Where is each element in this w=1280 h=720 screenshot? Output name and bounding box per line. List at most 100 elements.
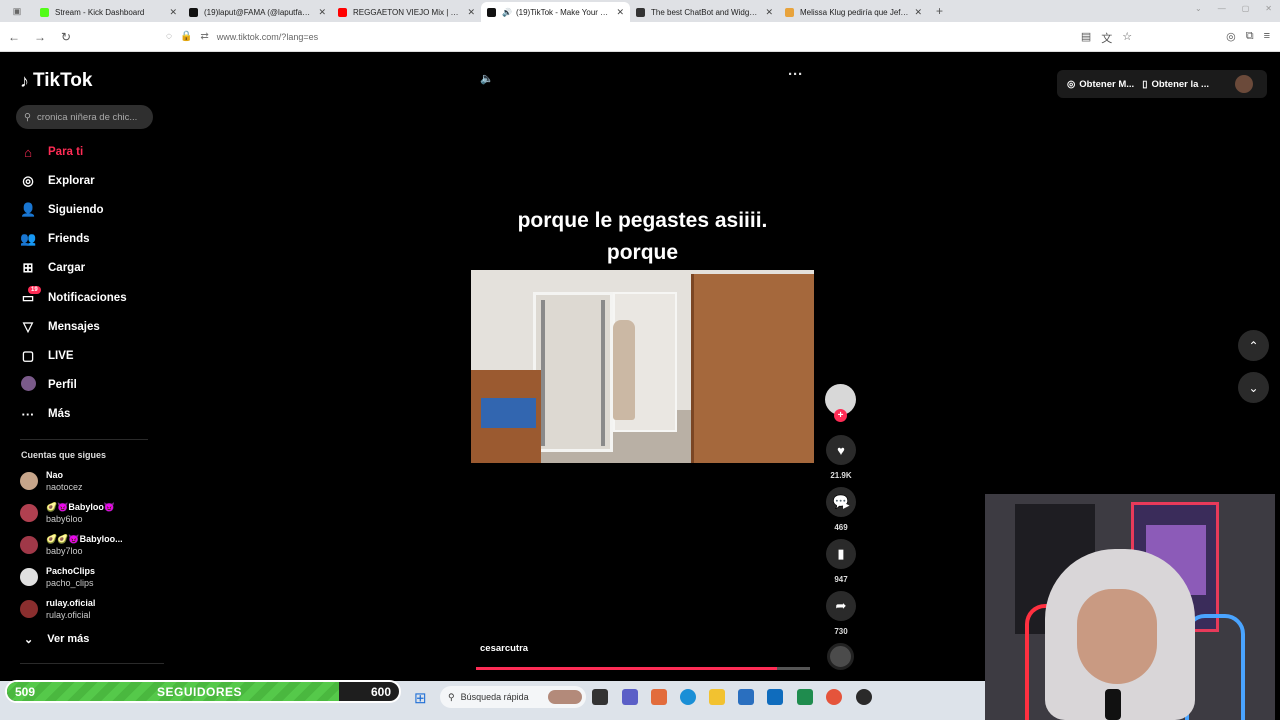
- close-icon[interactable]: ✕: [616, 7, 624, 18]
- lock-icon: 🔒: [179, 31, 193, 42]
- nav-live[interactable]: ▢ LIVE: [20, 346, 74, 366]
- nav-mensajes[interactable]: ▽ Mensajes: [20, 317, 100, 337]
- forward-icon[interactable]: →: [28, 30, 52, 44]
- maximize-icon[interactable]: ▢: [1242, 4, 1250, 13]
- music-disc[interactable]: [827, 643, 854, 670]
- nav-para-ti[interactable]: ⌂ Para ti: [20, 142, 83, 162]
- tab-favicon: [189, 7, 198, 17]
- tab-favicon: [636, 7, 645, 17]
- video-progress-fill: [476, 667, 777, 670]
- browser-tab[interactable]: REGGAETON VIEJO Mix | Old Sc ✕: [332, 2, 481, 22]
- file-explorer-icon[interactable]: [709, 689, 725, 705]
- close-window-icon[interactable]: ✕: [1265, 4, 1272, 13]
- tab-list-icon[interactable]: ▣: [0, 6, 34, 17]
- nav-siguiendo[interactable]: 👤 Siguiendo: [20, 200, 104, 220]
- volume-icon[interactable]: 🔈: [480, 72, 494, 85]
- nav-mas[interactable]: ··· Más: [20, 404, 71, 424]
- save-count: 947: [834, 575, 848, 584]
- browser-tab[interactable]: (19)laput@FAMA (@laputfama_ ✕: [183, 2, 332, 22]
- bookmark-icon: ▮: [826, 539, 856, 569]
- obs-icon[interactable]: [856, 689, 872, 705]
- video-progress-bar[interactable]: [476, 667, 810, 670]
- new-tab-button[interactable]: +: [936, 4, 943, 18]
- taskbar-search[interactable]: ⚲ Búsqueda rápida: [440, 686, 586, 708]
- account-icon[interactable]: ◎: [1226, 30, 1236, 46]
- follow-plus-icon[interactable]: +: [834, 409, 847, 422]
- account-handle: naotocez: [46, 482, 83, 492]
- sidebar-divider: [20, 663, 164, 664]
- compass-icon: ◎: [22, 173, 34, 188]
- more-options-icon[interactable]: ···: [788, 66, 803, 83]
- copilot-icon[interactable]: [651, 689, 667, 705]
- chevron-down-icon: ⌄: [1248, 380, 1259, 395]
- extensions-icon[interactable]: ⧉: [1246, 30, 1254, 46]
- excel-icon[interactable]: [797, 689, 813, 705]
- store-icon[interactable]: [738, 689, 754, 705]
- mouse-cursor-icon: ▸: [843, 497, 850, 512]
- following-account[interactable]: PachoClips pacho_clips: [20, 564, 95, 590]
- browser-tab[interactable]: Melissa Klug pediría que Jeffers ✕: [779, 2, 928, 22]
- get-app-button[interactable]: ▯ Obtener la ...: [1142, 79, 1209, 90]
- windows-start-icon[interactable]: ⊞: [414, 689, 427, 707]
- share-button[interactable]: ➦ 730: [825, 591, 857, 636]
- browser-tab[interactable]: The best ChatBot and Widgets f ✕: [630, 2, 779, 22]
- following-account[interactable]: Nao naotocez: [20, 468, 83, 494]
- video-player[interactable]: [471, 270, 814, 463]
- previous-video-button[interactable]: ⌃: [1238, 330, 1269, 361]
- nav-cargar[interactable]: ⊞ Cargar: [20, 258, 86, 278]
- browser-tab-active[interactable]: 🔊 (19)TikTok - Make Your Day ✕: [481, 2, 630, 22]
- nav-notificaciones[interactable]: ▭ 19 Notificaciones: [20, 286, 127, 308]
- close-icon[interactable]: ✕: [765, 7, 773, 18]
- reload-icon[interactable]: ↻: [54, 30, 78, 44]
- following-icon: 👤: [20, 202, 37, 217]
- search-placeholder: cronica niñera de chic...: [36, 111, 138, 123]
- url-field[interactable]: ◌ 🔒 ⇄ www.tiktok.com/?lang=es: [158, 25, 1008, 48]
- bookmark-star-icon[interactable]: ☆: [1122, 30, 1132, 46]
- get-coins-button[interactable]: ◎ Obtener M...: [1067, 79, 1134, 90]
- edge-icon[interactable]: [680, 689, 696, 705]
- close-icon[interactable]: ✕: [914, 7, 922, 18]
- more-icon: ···: [21, 406, 35, 422]
- account-handle: rulay.oficial: [46, 610, 91, 620]
- nav-perfil[interactable]: Perfil: [20, 375, 77, 395]
- next-video-button[interactable]: ⌄: [1238, 372, 1269, 403]
- nav-label: Notificaciones: [48, 292, 127, 304]
- taskbar-search-label: Búsqueda rápida: [460, 692, 529, 702]
- reader-icon[interactable]: ▤: [1081, 30, 1091, 46]
- tiktok-logo[interactable]: ♪ TikTok: [20, 70, 92, 92]
- save-button[interactable]: ▮ 947: [825, 539, 857, 584]
- like-button[interactable]: ♥ 21.9K: [825, 435, 857, 480]
- close-icon[interactable]: ✕: [169, 7, 177, 18]
- webcam-overlay: [985, 494, 1275, 720]
- minimize-icon[interactable]: —: [1218, 4, 1226, 13]
- tab-label: Melissa Klug pediría que Jeffers: [800, 7, 911, 17]
- task-view-icon[interactable]: [592, 689, 608, 705]
- chevron-down-icon: ⌄: [24, 634, 34, 646]
- teams-icon[interactable]: [622, 689, 638, 705]
- nav-explorar[interactable]: ◎ Explorar: [20, 171, 95, 191]
- video-author[interactable]: cesarcutra: [480, 643, 528, 654]
- chevron-down-icon[interactable]: ⌄: [1195, 4, 1202, 13]
- nav-friends[interactable]: 👥 Friends: [20, 229, 90, 249]
- see-more-button[interactable]: ⌄ Ver más: [24, 633, 89, 646]
- back-icon[interactable]: ←: [2, 30, 26, 44]
- user-avatar[interactable]: [1235, 75, 1253, 93]
- close-icon[interactable]: ✕: [467, 7, 475, 18]
- close-icon[interactable]: ✕: [318, 7, 326, 18]
- avatar: [20, 536, 38, 554]
- following-account[interactable]: rulay.oficial rulay.oficial: [20, 596, 95, 622]
- nav-label: Perfil: [48, 379, 77, 391]
- live-icon: ▢: [21, 348, 35, 363]
- search-input[interactable]: ⚲ cronica niñera de chic...: [16, 105, 153, 129]
- following-account[interactable]: 🥑😈Babyloo😈 baby6loo: [20, 500, 115, 526]
- nav-label: Explorar: [48, 175, 95, 187]
- following-account[interactable]: 🥑🥑😈Babyloo... baby7loo: [20, 532, 123, 558]
- menu-icon[interactable]: ≡: [1264, 30, 1270, 46]
- translate-icon[interactable]: 文: [1101, 30, 1112, 46]
- browser-tab[interactable]: Stream - Kick Dashboard ✕: [34, 2, 183, 22]
- firefox-icon[interactable]: [826, 689, 842, 705]
- outlook-icon[interactable]: [767, 689, 783, 705]
- comment-button[interactable]: 💬 469: [825, 487, 857, 532]
- address-bar: ← → ↻ ◌ 🔒 ⇄ www.tiktok.com/?lang=es ▤ 文 …: [0, 22, 1280, 52]
- permissions-icon[interactable]: ⇄: [200, 31, 208, 42]
